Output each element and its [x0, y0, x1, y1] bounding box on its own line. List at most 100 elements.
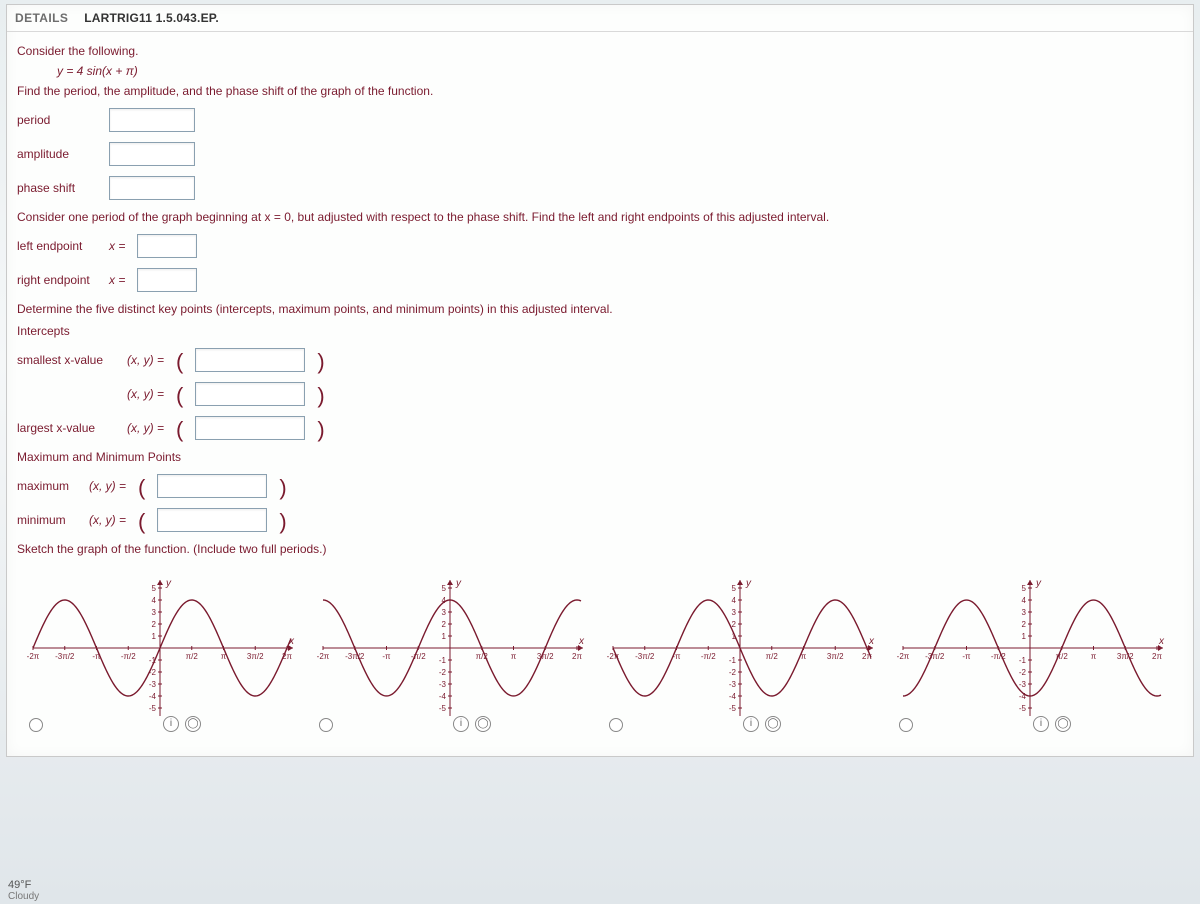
- svg-text:2: 2: [152, 620, 157, 629]
- graph-option-1[interactable]: yx-5-4-3-2-112345-2π-3π/2-π-π/2π/2π3π/22…: [21, 574, 299, 722]
- svg-text:-3π/2: -3π/2: [55, 652, 75, 661]
- svg-text:-2π: -2π: [27, 652, 40, 661]
- svg-text:-1: -1: [729, 656, 737, 665]
- equation-text: y = 4 sin(x + π): [57, 64, 1183, 78]
- graph-radio-3[interactable]: [609, 718, 623, 732]
- help-icon[interactable]: i: [163, 716, 179, 732]
- maximum-input[interactable]: [157, 474, 267, 498]
- sketch-prompt: Sketch the graph of the function. (Inclu…: [17, 542, 1183, 556]
- minimum-input[interactable]: [157, 508, 267, 532]
- svg-text:π: π: [1091, 652, 1097, 661]
- left-endpoint-input[interactable]: [137, 234, 197, 258]
- svg-text:-3: -3: [1019, 680, 1027, 689]
- intercept-middle-input[interactable]: [195, 382, 305, 406]
- svg-text:3: 3: [442, 608, 447, 617]
- svg-text:3: 3: [152, 608, 157, 617]
- graph-options: yx-5-4-3-2-112345-2π-3π/2-π-π/2π/2π3π/22…: [17, 566, 1183, 746]
- phase-shift-input[interactable]: [109, 176, 195, 200]
- largest-x-label: largest x-value: [17, 421, 115, 435]
- svg-text:-3π/2: -3π/2: [925, 652, 945, 661]
- graph-plot: yx-5-4-3-2-112345-2π-3π/2-π-π/2π/2π3π/22…: [601, 574, 879, 722]
- svg-text:-2π: -2π: [897, 652, 910, 661]
- svg-text:2π: 2π: [1152, 652, 1162, 661]
- svg-text:3π/2: 3π/2: [1117, 652, 1134, 661]
- svg-text:-2: -2: [729, 668, 737, 677]
- graph-option-2[interactable]: yx-5-4-3-2-112345-2π-3π/2-π-π/2π/2π3π/22…: [311, 574, 589, 722]
- keypoints-prompt: Determine the five distinct key points (…: [17, 302, 1183, 316]
- consider-text: Consider the following.: [17, 44, 1183, 58]
- svg-text:π/2: π/2: [186, 652, 199, 661]
- amplitude-input[interactable]: [109, 142, 195, 166]
- svg-text:-4: -4: [149, 692, 157, 701]
- expand-icon[interactable]: ◯: [765, 716, 781, 732]
- svg-text:5: 5: [442, 584, 447, 593]
- expand-icon[interactable]: ◯: [1055, 716, 1071, 732]
- svg-text:2: 2: [442, 620, 447, 629]
- svg-text:4: 4: [1022, 596, 1027, 605]
- help-icon[interactable]: i: [1033, 716, 1049, 732]
- amplitude-label: amplitude: [17, 147, 97, 161]
- graph-option-3[interactable]: yx-5-4-3-2-112345-2π-3π/2-π-π/2π/2π3π/22…: [601, 574, 879, 722]
- xy-equals-text: (x, y) =: [127, 353, 164, 367]
- smallest-x-label: smallest x-value: [17, 353, 115, 367]
- temperature-text: 49°F: [8, 879, 39, 891]
- expand-icon[interactable]: ◯: [475, 716, 491, 732]
- minimum-label: minimum: [17, 513, 77, 527]
- graph-plot: yx-5-4-3-2-112345-2π-3π/2-π-π/2π/2π3π/22…: [21, 574, 299, 722]
- svg-text:5: 5: [152, 584, 157, 593]
- svg-text:1: 1: [442, 632, 447, 641]
- svg-text:2: 2: [1022, 620, 1027, 629]
- graph-plot: yx-5-4-3-2-112345-2π-3π/2-π-π/2π/2π3π/22…: [311, 574, 589, 722]
- svg-text:y: y: [165, 578, 172, 589]
- intercept-smallest-input[interactable]: [195, 348, 305, 372]
- svg-text:3π/2: 3π/2: [827, 652, 844, 661]
- graph-option-4[interactable]: yx-5-4-3-2-112345-2π-3π/2-π-π/2π/2π3π/22…: [891, 574, 1169, 722]
- svg-text:1: 1: [1022, 632, 1027, 641]
- svg-text:3π/2: 3π/2: [247, 652, 264, 661]
- svg-text:y: y: [455, 578, 462, 589]
- svg-text:-5: -5: [1019, 704, 1027, 713]
- intercept-largest-input[interactable]: [195, 416, 305, 440]
- x-equals-text: x =: [109, 239, 125, 253]
- svg-text:-5: -5: [729, 704, 737, 713]
- endpoints-prompt: Consider one period of the graph beginni…: [17, 210, 1183, 224]
- intercepts-heading: Intercepts: [17, 324, 1183, 338]
- svg-text:-5: -5: [149, 704, 157, 713]
- graph-radio-4[interactable]: [899, 718, 913, 732]
- svg-text:-3: -3: [149, 680, 157, 689]
- svg-text:3: 3: [732, 608, 737, 617]
- graph-radio-1[interactable]: [29, 718, 43, 732]
- graph-radio-2[interactable]: [319, 718, 333, 732]
- svg-text:-2: -2: [439, 668, 447, 677]
- find-text: Find the period, the amplitude, and the …: [17, 84, 1183, 98]
- help-icon[interactable]: i: [453, 716, 469, 732]
- expand-icon[interactable]: ◯: [185, 716, 201, 732]
- details-button[interactable]: DETAILS: [15, 11, 68, 25]
- svg-text:5: 5: [1022, 584, 1027, 593]
- svg-text:π: π: [511, 652, 517, 661]
- phase-shift-label: phase shift: [17, 181, 97, 195]
- svg-text:x: x: [578, 636, 585, 647]
- svg-text:3π/2: 3π/2: [537, 652, 554, 661]
- right-endpoint-input[interactable]: [137, 268, 197, 292]
- svg-text:x: x: [1158, 636, 1165, 647]
- xy-equals-text: (x, y) =: [127, 421, 164, 435]
- svg-text:-3π/2: -3π/2: [635, 652, 655, 661]
- right-endpoint-label: right endpoint: [17, 273, 97, 287]
- graph-plot: yx-5-4-3-2-112345-2π-3π/2-π-π/2π/2π3π/22…: [891, 574, 1169, 722]
- svg-text:3: 3: [1022, 608, 1027, 617]
- svg-text:-3π/2: -3π/2: [345, 652, 365, 661]
- svg-text:-1: -1: [1019, 656, 1027, 665]
- period-input[interactable]: [109, 108, 195, 132]
- svg-text:-3: -3: [729, 680, 737, 689]
- svg-text:4: 4: [732, 596, 737, 605]
- xy-equals-text: (x, y) =: [89, 479, 126, 493]
- period-label: period: [17, 113, 97, 127]
- help-icon[interactable]: i: [743, 716, 759, 732]
- svg-text:-π: -π: [382, 652, 391, 661]
- xy-equals-text: (x, y) =: [89, 513, 126, 527]
- svg-text:-4: -4: [439, 692, 447, 701]
- svg-text:-3: -3: [439, 680, 447, 689]
- x-equals-text: x =: [109, 273, 125, 287]
- svg-text:π/2: π/2: [766, 652, 779, 661]
